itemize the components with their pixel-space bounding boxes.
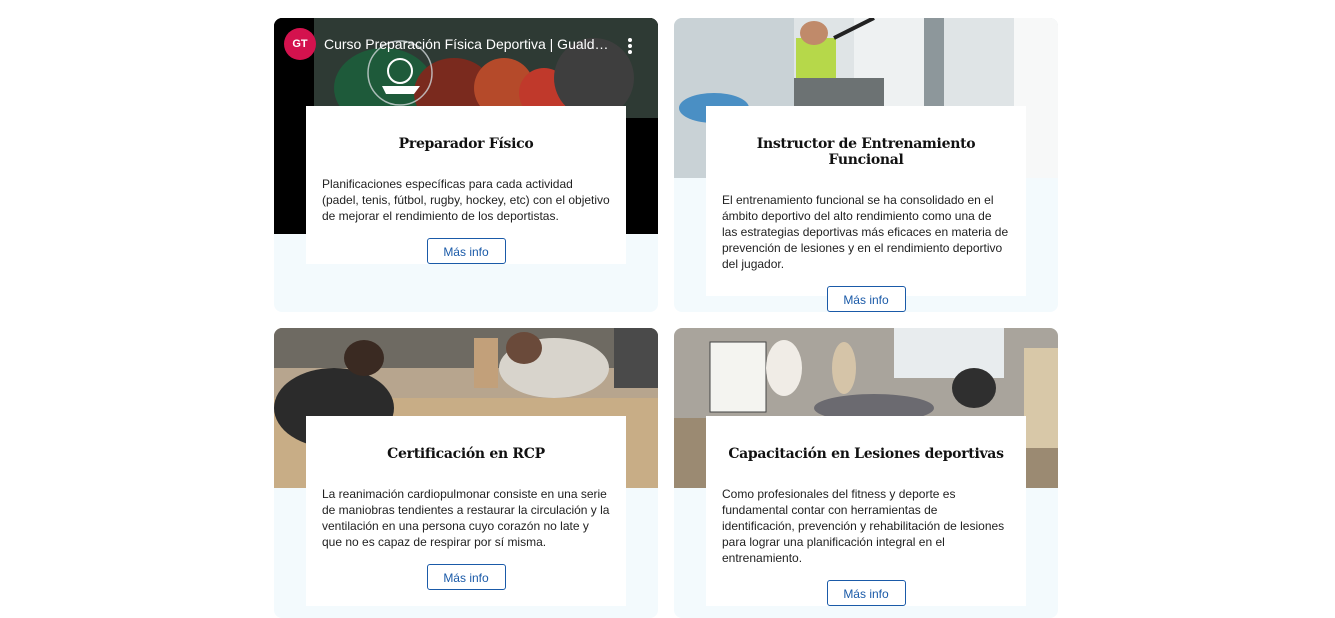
course-title: Certificación en RCP (387, 446, 545, 462)
course-info-panel: Certificación en RCP La reanimación card… (306, 416, 626, 606)
course-description: El entrenamiento funcional se ha consoli… (722, 193, 1009, 271)
course-card-rcp: Certificación en RCP La reanimación card… (274, 328, 658, 618)
course-card-lesiones-deportivas: Capacitación en Lesiones deportivas Como… (674, 328, 1058, 618)
course-title: Capacitación en Lesiones deportivas (728, 446, 1004, 462)
more-info-button[interactable]: Más info (826, 286, 906, 312)
more-vert-icon[interactable] (628, 38, 632, 56)
video-title[interactable]: Curso Preparación Física Deportiva | Gua… (324, 36, 614, 52)
more-info-button[interactable]: Más info (826, 580, 906, 606)
course-title: Instructor de Entrenamiento Funcional (756, 136, 976, 168)
channel-logo[interactable]: GT (284, 28, 316, 60)
course-description: La reanimación cardiopulmonar consiste e… (322, 487, 610, 549)
more-info-button[interactable]: Más info (426, 564, 506, 590)
course-card-entrenamiento-funcional: Instructor de Entrenamiento Funcional El… (674, 18, 1058, 312)
course-info-panel: Preparador Físico Planificaciones especí… (306, 106, 626, 264)
course-info-panel: Instructor de Entrenamiento Funcional El… (706, 106, 1026, 312)
course-info-panel: Capacitación en Lesiones deportivas Como… (706, 416, 1026, 606)
more-info-button[interactable]: Más info (426, 238, 506, 264)
course-description: Planificaciones específicas para cada ac… (322, 177, 610, 223)
course-description: Como profesionales del fitness y deporte… (722, 487, 1005, 565)
course-title: Preparador Físico (398, 136, 534, 152)
course-card-preparador-fisico: GT Curso Preparación Física Deportiva | … (274, 18, 658, 312)
